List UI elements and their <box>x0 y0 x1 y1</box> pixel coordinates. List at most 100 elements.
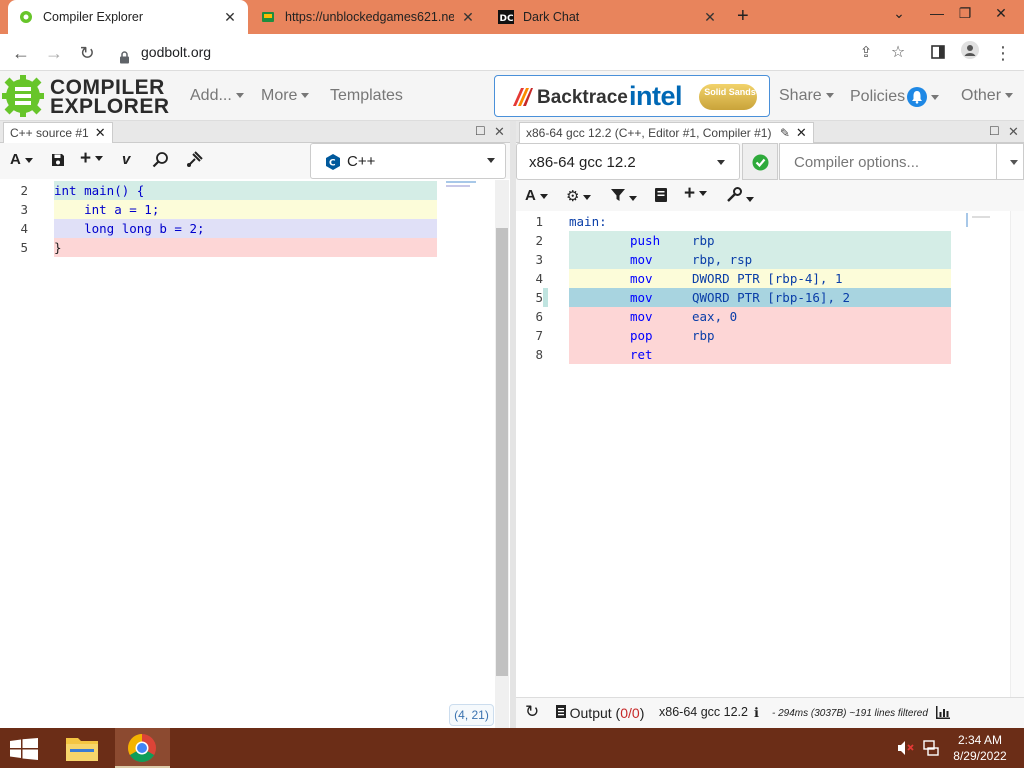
forward-icon[interactable]: → <box>41 40 67 66</box>
share-page-icon[interactable]: ⇪ <box>853 40 879 66</box>
close-tab-icon[interactable]: ✕ <box>702 9 718 26</box>
line-number: 3 <box>20 202 28 217</box>
pencil-icon[interactable]: ✎ <box>780 126 790 140</box>
add-new-button[interactable]: + <box>80 148 104 169</box>
save-button[interactable] <box>51 153 65 173</box>
menu-other[interactable]: Other <box>961 87 1014 105</box>
sponsor-solid-sands-logo: Solid Sands <box>699 84 757 110</box>
new-tab-icon[interactable]: + <box>737 5 749 28</box>
browser-menu-icon[interactable]: ⋮ <box>990 40 1016 66</box>
asm-opcode: mov <box>630 290 653 305</box>
recompile-icon[interactable]: ↻ <box>525 702 539 722</box>
bar-chart-icon[interactable] <box>936 706 950 722</box>
tools-button[interactable] <box>726 187 754 207</box>
close-icon[interactable]: ✕ <box>95 125 106 140</box>
info-icon[interactable]: ℹ <box>754 705 759 721</box>
browser-tab-unblocked-games[interactable]: https://unblockedgames621.net/ ✕ <box>250 0 486 34</box>
output-settings-button[interactable]: ⚙ <box>566 187 592 207</box>
menu-policies[interactable]: Policies <box>850 87 940 107</box>
network-icon[interactable] <box>922 739 940 760</box>
volume-muted-icon[interactable] <box>897 739 915 760</box>
asm-label: main: <box>569 214 607 229</box>
caret-down-icon <box>301 93 310 99</box>
output-file-icon <box>556 705 566 718</box>
compiler-explorer-favicon <box>18 9 34 25</box>
asm-font-size-button[interactable]: A <box>525 187 548 207</box>
caret-down-icon <box>95 156 104 162</box>
output-button[interactable]: Output (0/0) <box>556 705 644 721</box>
minimap[interactable] <box>446 180 490 189</box>
add-tool-button[interactable]: + <box>684 183 708 204</box>
vim-mode-button[interactable]: v <box>122 151 130 171</box>
menu-add[interactable]: Add... <box>190 87 244 105</box>
file-explorer-icon[interactable] <box>60 732 104 766</box>
back-icon[interactable]: ← <box>8 40 34 66</box>
system-clock[interactable]: 2:34 AM 8/29/2022 <box>945 732 1015 764</box>
asm-line-number: 7 <box>535 328 543 343</box>
close-window-icon[interactable]: ✕ <box>978 0 1024 28</box>
compiler-toolbar: A ⚙ + <box>516 181 1024 211</box>
chrome-taskbar-icon[interactable] <box>115 728 170 768</box>
sponsor-solid-sands-text: Solid Sands <box>704 87 756 97</box>
compiler-options-input[interactable]: Compiler options... <box>779 143 997 180</box>
tab-compiler[interactable]: x86-64 gcc 12.2 (C++, Editor #1, Compile… <box>519 122 814 143</box>
browser-tab-compiler-explorer[interactable]: Compiler Explorer ✕ <box>8 0 248 34</box>
url-field[interactable]: godbolt.org <box>113 38 888 66</box>
profile-avatar-icon[interactable] <box>957 40 983 66</box>
filter-button[interactable] <box>611 188 637 208</box>
bookmark-star-icon[interactable]: ☆ <box>885 40 911 66</box>
close-tab-icon[interactable]: ✕ <box>222 9 238 26</box>
source-pane-tabbar: C++ source #1 ✕ ☐ ✕ <box>0 121 510 143</box>
libraries-button[interactable] <box>655 188 667 208</box>
close-tab-icon[interactable]: ✕ <box>460 9 476 26</box>
menu-other-label: Other <box>961 87 1002 104</box>
caret-down-icon <box>717 160 725 165</box>
menu-templates[interactable]: Templates <box>330 87 403 105</box>
asm-opcode: push <box>630 233 661 248</box>
compiler-picker-bar: x86-64 gcc 12.2 Compiler options... <box>516 143 1024 181</box>
menu-policies-label: Policies <box>850 88 906 106</box>
browser-tab-dark-chat[interactable]: DC Dark Chat ✕ <box>488 0 728 34</box>
menu-templates-label: Templates <box>330 87 403 104</box>
source-scrollbar-thumb[interactable] <box>496 228 508 676</box>
unblocked-games-favicon <box>260 9 276 25</box>
side-panel-icon[interactable] <box>925 40 951 66</box>
output-label: Output ( <box>569 705 621 721</box>
asm-minimap[interactable] <box>966 213 996 227</box>
compiler-explorer-logo[interactable]: COMPILER EXPLORER <box>2 73 169 119</box>
caret-down-icon <box>583 194 592 200</box>
close-icon[interactable]: ✕ <box>796 125 807 140</box>
asm-line-number: 3 <box>535 252 543 267</box>
close-pane-icon[interactable]: ✕ <box>1008 124 1019 140</box>
line-number: 2 <box>20 183 28 198</box>
menu-share[interactable]: Share <box>779 87 834 105</box>
asm-operands: rbp <box>692 328 715 343</box>
quick-bench-button[interactable] <box>186 151 203 171</box>
compiler-options-dropdown[interactable] <box>996 143 1024 180</box>
maximize-pane-icon[interactable]: ☐ <box>989 124 1000 138</box>
compile-status[interactable] <box>742 143 778 180</box>
windows-start-icon[interactable] <box>10 738 38 763</box>
close-pane-icon[interactable]: ✕ <box>494 124 505 140</box>
browser-tab-title: https://unblockedgames621.net/ <box>285 10 454 24</box>
maximize-pane-icon[interactable]: ☐ <box>475 124 486 138</box>
sponsor-intel-text: intel <box>629 81 683 111</box>
source-editor[interactable]: 2 3 4 5 int main() { int a = 1; long lon… <box>0 180 495 728</box>
output-label-close: ) <box>639 705 645 721</box>
compiler-status-bar: ↻ Output (0/0) x86-64 gcc 12.2 ℹ - 294ms… <box>516 697 1024 728</box>
tab-cpp-source[interactable]: C++ source #1 ✕ <box>3 122 113 143</box>
asm-operands: eax, 0 <box>692 309 738 324</box>
caret-down-icon <box>539 193 548 199</box>
sponsor-banner[interactable]: Backtrace intel Solid Sands <box>494 75 770 117</box>
reload-icon[interactable]: ↻ <box>74 40 100 66</box>
menu-more[interactable]: More <box>261 87 310 105</box>
compiler-select[interactable]: x86-64 gcc 12.2 <box>516 143 740 180</box>
language-select[interactable]: C C++ <box>310 143 506 179</box>
cppinsights-button[interactable] <box>152 151 169 171</box>
asm-scrollbar[interactable] <box>1010 211 1024 697</box>
floppy-icon <box>52 154 64 166</box>
assembly-view[interactable]: 1 2 3 4 5 6 7 8 main: push mov mov mov m… <box>516 211 1024 697</box>
menu-share-label: Share <box>779 87 822 104</box>
font-size-button[interactable]: A <box>10 151 33 171</box>
book-icon <box>655 188 667 202</box>
